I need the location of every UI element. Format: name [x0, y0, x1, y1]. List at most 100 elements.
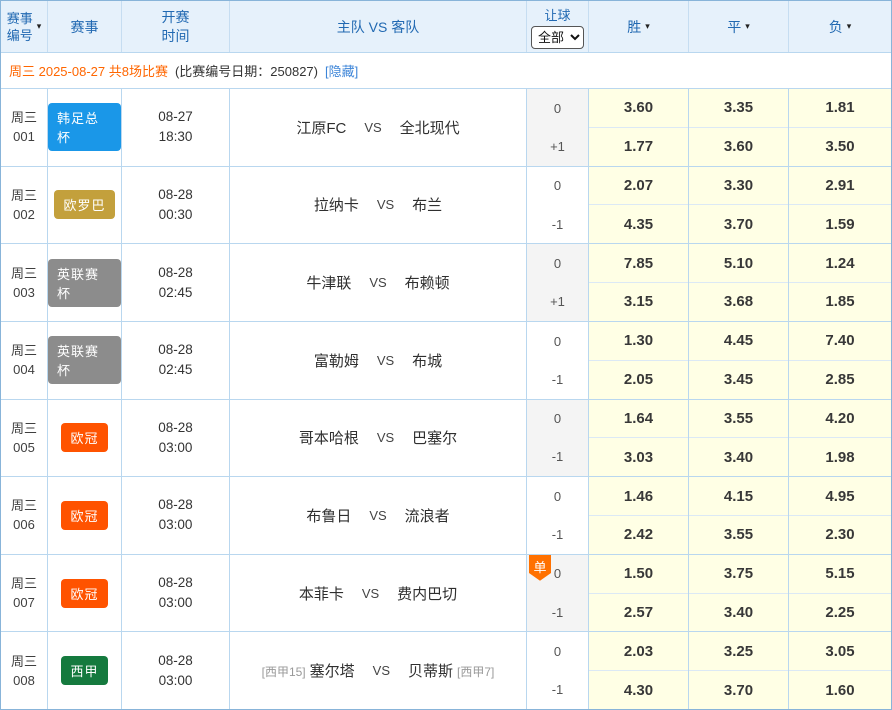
vs-label: VS [369, 275, 386, 290]
away-team: 布城 [412, 350, 442, 371]
handicap-value: -1 [527, 515, 588, 553]
handicap-value: 0 [527, 400, 588, 438]
teams-cell: 本菲卡 VS 费内巴切 [230, 555, 527, 632]
match-number: 002 [13, 205, 35, 224]
kickoff-time: 02:45 [159, 360, 193, 380]
odds-cell-draw[interactable]: 3.40 [689, 438, 788, 476]
handicap-filter-select[interactable]: 全部 [531, 26, 584, 49]
kickoff-time: 03:00 [159, 671, 193, 691]
away-team: 费内巴切 [397, 583, 457, 604]
odds-cell-draw[interactable]: 3.68 [689, 283, 788, 321]
column-lose-sort[interactable]: 负▾ [789, 1, 891, 52]
odds-cell-win[interactable]: 2.07 [589, 167, 688, 206]
kickoff-date: 08-28 [158, 263, 193, 283]
odds-cell-draw[interactable]: 3.40 [689, 594, 788, 632]
column-draw-sort[interactable]: 平▾ [689, 1, 789, 52]
odds-cell-lose[interactable]: 1.60 [789, 671, 891, 709]
sort-arrow-icon[interactable]: ▾ [37, 22, 42, 31]
teams-cell: [西甲15] 塞尔塔 VS 贝蒂斯 [西甲7] [230, 632, 527, 709]
odds-cell-lose[interactable]: 4.95 [789, 477, 891, 516]
odds-cell-lose[interactable]: 2.85 [789, 361, 891, 399]
match-number: 005 [13, 438, 35, 457]
column-match-id-sort[interactable]: 赛事 编号 ▾ [1, 1, 48, 52]
sort-arrow-icon[interactable]: ▾ [645, 22, 650, 31]
odds-cell-draw[interactable]: 4.15 [689, 477, 788, 516]
lose-odds-column: 1.24 1.85 [789, 244, 891, 321]
odds-cell-lose[interactable]: 2.91 [789, 167, 891, 206]
odds-cell-win[interactable]: 1.30 [589, 322, 688, 361]
kickoff-date: 08-28 [158, 573, 193, 593]
odds-cell-win[interactable]: 1.77 [589, 128, 688, 166]
home-team: 江原FC [296, 117, 346, 138]
odds-cell-win[interactable]: 2.05 [589, 361, 688, 399]
handicap-value: -1 [527, 360, 588, 398]
odds-cell-draw[interactable]: 3.35 [689, 89, 788, 128]
odds-cell-win[interactable]: 2.03 [589, 632, 688, 671]
home-team: 哥本哈根 [299, 427, 359, 448]
odds-cell-lose[interactable]: 1.85 [789, 283, 891, 321]
odds-cell-draw[interactable]: 3.60 [689, 128, 788, 166]
odds-cell-win[interactable]: 3.15 [589, 283, 688, 321]
sort-arrow-icon[interactable]: ▾ [847, 22, 852, 31]
odds-cell-lose[interactable]: 1.98 [789, 438, 891, 476]
odds-cell-lose[interactable]: 4.20 [789, 400, 891, 439]
table-header: 赛事 编号 ▾ 赛事 开赛 时间 主队 VS 客队 让球 全部 胜▾ [1, 1, 891, 53]
odds-cell-draw[interactable]: 3.55 [689, 400, 788, 439]
handicap-value: 0 [527, 322, 588, 360]
match-number: 004 [13, 360, 35, 379]
odds-cell-draw[interactable]: 3.30 [689, 167, 788, 206]
odds-cell-draw[interactable]: 3.55 [689, 516, 788, 554]
handicap-cell: 0 -1 [527, 167, 589, 244]
odds-cell-lose[interactable]: 3.50 [789, 128, 891, 166]
kickoff-date: 08-27 [158, 107, 193, 127]
sort-arrow-icon[interactable]: ▾ [745, 22, 750, 31]
league-cell: 英联赛杯 [48, 322, 122, 399]
odds-cell-lose[interactable]: 5.15 [789, 555, 891, 594]
column-win-sort[interactable]: 胜▾ [589, 1, 689, 52]
odds-cell-draw[interactable]: 4.45 [689, 322, 788, 361]
kickoff-date: 08-28 [158, 495, 193, 515]
kickoff-time-cell: 08-28 03:00 [122, 477, 230, 554]
odds-cell-win[interactable]: 4.30 [589, 671, 688, 709]
odds-cell-draw[interactable]: 3.45 [689, 361, 788, 399]
odds-cell-win[interactable]: 7.85 [589, 244, 688, 283]
vs-label: VS [364, 120, 381, 135]
odds-cell-lose[interactable]: 1.24 [789, 244, 891, 283]
odds-cell-draw[interactable]: 3.70 [689, 671, 788, 709]
handicap-value: 0 [527, 167, 588, 205]
match-row: 周三 008 西甲 08-28 03:00 [西甲15] 塞尔塔 VS 贝蒂斯 … [1, 632, 891, 709]
odds-cell-lose[interactable]: 1.59 [789, 205, 891, 243]
lose-odds-column: 4.20 1.98 [789, 400, 891, 477]
odds-cell-win[interactable]: 4.35 [589, 205, 688, 243]
home-team: 富勒姆 [314, 350, 359, 371]
odds-cell-win[interactable]: 1.46 [589, 477, 688, 516]
win-odds-column: 1.50 2.57 [589, 555, 689, 632]
odds-cell-lose[interactable]: 7.40 [789, 322, 891, 361]
odds-cell-draw[interactable]: 5.10 [689, 244, 788, 283]
odds-cell-lose[interactable]: 3.05 [789, 632, 891, 671]
match-day: 周三 [11, 496, 37, 515]
odds-cell-win[interactable]: 1.50 [589, 555, 688, 594]
win-odds-column: 2.03 4.30 [589, 632, 689, 709]
handicap-cell: 单 0 -1 [527, 555, 589, 632]
odds-cell-win[interactable]: 3.60 [589, 89, 688, 128]
handicap-cell: 0 +1 [527, 89, 589, 166]
odds-cell-win[interactable]: 2.57 [589, 594, 688, 632]
odds-cell-lose[interactable]: 1.81 [789, 89, 891, 128]
odds-cell-win[interactable]: 1.64 [589, 400, 688, 439]
match-row: 周三 001 韩足总杯 08-27 18:30 江原FC VS 全北现代 0 +… [1, 89, 891, 167]
league-cell: 韩足总杯 [48, 89, 122, 166]
league-cell: 英联赛杯 [48, 244, 122, 321]
odds-cell-win[interactable]: 2.42 [589, 516, 688, 554]
match-number-cell: 周三 001 [1, 89, 48, 166]
odds-cell-lose[interactable]: 2.30 [789, 516, 891, 554]
home-team: 布鲁日 [306, 505, 351, 526]
odds-cell-draw[interactable]: 3.75 [689, 555, 788, 594]
odds-cell-draw[interactable]: 3.70 [689, 205, 788, 243]
odds-cell-draw[interactable]: 3.25 [689, 632, 788, 671]
odds-cell-win[interactable]: 3.03 [589, 438, 688, 476]
odds-cell-lose[interactable]: 2.25 [789, 594, 891, 632]
hide-link[interactable]: [隐藏] [325, 61, 358, 80]
match-row: 周三 005 欧冠 08-28 03:00 哥本哈根 VS 巴塞尔 0 -1 [1, 400, 891, 478]
teams-cell: 布鲁日 VS 流浪者 [230, 477, 527, 554]
